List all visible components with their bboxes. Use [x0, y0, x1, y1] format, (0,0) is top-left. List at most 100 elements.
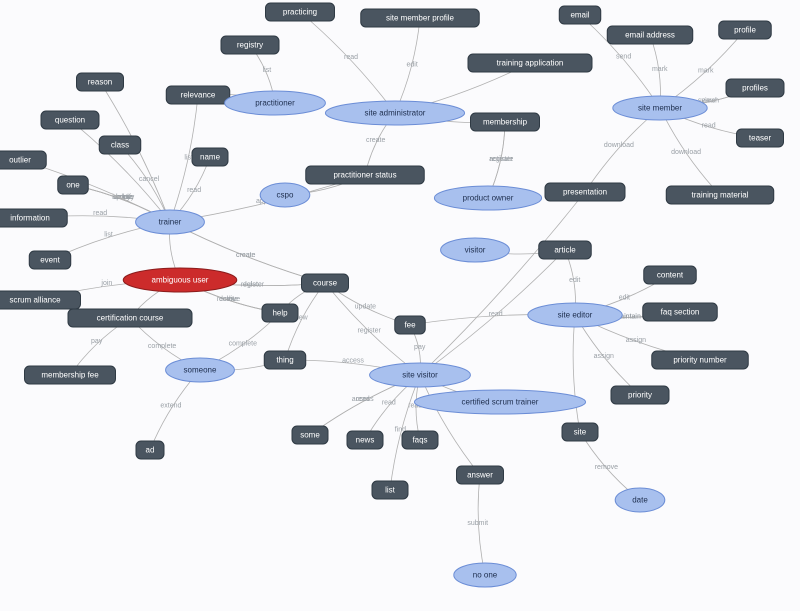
node-faq_section[interactable]: faq section	[643, 303, 718, 321]
node-news[interactable]: news	[347, 431, 383, 449]
node-reason[interactable]: reason	[77, 73, 124, 91]
node-some[interactable]: some	[292, 426, 328, 444]
edge-label: edit	[406, 62, 417, 69]
entity-label: some	[300, 431, 320, 440]
edge-label: read	[187, 187, 201, 194]
edge-label: cancel	[139, 176, 160, 183]
node-scrum_alliance[interactable]: scrum alliance	[0, 291, 81, 309]
actor-label: practitioner	[255, 99, 295, 108]
edge-label: read	[344, 54, 358, 61]
entity-label: outlier	[9, 156, 31, 165]
actor-label: certified scrum trainer	[462, 398, 539, 407]
node-profiles[interactable]: profiles	[726, 79, 784, 97]
edge-site_visitor-presentation	[420, 192, 585, 375]
edge-label: edit	[619, 294, 630, 301]
edge-label: read	[382, 399, 396, 406]
node-event[interactable]: event	[29, 251, 71, 269]
node-priority_number[interactable]: priority number	[652, 351, 749, 369]
entity-label: membership	[483, 118, 528, 127]
node-ambiguous_user[interactable]: ambiguous user	[123, 268, 237, 292]
edge-label: complete	[229, 340, 258, 347]
node-site_administrator[interactable]: site administrator	[325, 101, 464, 125]
node-membership[interactable]: membership	[471, 113, 540, 131]
actor-label: trainer	[159, 218, 182, 227]
edge-label: assign	[626, 337, 646, 344]
entity-label: reason	[88, 78, 112, 87]
node-article[interactable]: article	[539, 241, 592, 259]
node-site_member_profile[interactable]: site member profile	[361, 9, 480, 27]
node-question[interactable]: question	[41, 111, 99, 129]
node-training_application[interactable]: training application	[468, 54, 592, 72]
node-faqs[interactable]: faqs	[402, 431, 438, 449]
edge-label: assign	[594, 353, 614, 360]
entity-label: thing	[276, 356, 293, 365]
entity-label: faq section	[661, 308, 700, 317]
node-product_owner[interactable]: product owner	[434, 186, 541, 210]
entity-label: site	[574, 428, 587, 437]
node-class[interactable]: class	[99, 136, 141, 154]
actor-label: site visitor	[402, 371, 438, 380]
edge-label: access	[352, 396, 374, 403]
edge-label: extend	[160, 402, 181, 409]
node-trainer[interactable]: trainer	[136, 210, 205, 234]
node-content[interactable]: content	[644, 266, 697, 284]
entity-label: news	[356, 436, 375, 445]
node-site_editor[interactable]: site editor	[528, 303, 622, 327]
entity-label: article	[554, 246, 576, 255]
node-answer[interactable]: answer	[457, 466, 504, 484]
entity-label: presentation	[563, 188, 607, 197]
nodes-layer: practicing site member profile email email …	[0, 3, 784, 587]
entity-label: profile	[734, 26, 756, 35]
edge-label: list	[263, 67, 272, 74]
node-name[interactable]: name	[192, 148, 228, 166]
node-thing[interactable]: thing	[264, 351, 306, 369]
node-email_address[interactable]: email address	[607, 26, 693, 44]
edge-label: mark	[698, 68, 714, 75]
edge-label: edit	[569, 277, 580, 284]
edge-label: pay	[414, 344, 426, 351]
entity-label: ad	[146, 446, 155, 455]
actor-label: date	[632, 496, 648, 505]
node-practicing[interactable]: practicing	[266, 3, 335, 21]
edge-label: create	[366, 137, 386, 144]
edge-label: list	[104, 231, 113, 238]
node-list[interactable]: list	[372, 481, 408, 499]
node-site_member[interactable]: site member	[613, 96, 707, 120]
node-relevance[interactable]: relevance	[166, 86, 230, 104]
edge-label: pay	[91, 338, 103, 345]
node-email[interactable]: email	[559, 6, 601, 24]
entity-label: help	[272, 309, 288, 318]
node-presentation[interactable]: presentation	[545, 183, 625, 201]
entity-label: practitioner status	[333, 171, 396, 180]
node-priority[interactable]: priority	[611, 386, 669, 404]
node-visitor[interactable]: visitor	[441, 238, 510, 262]
node-practitioner_status[interactable]: practitioner status	[306, 166, 425, 184]
node-course[interactable]: course	[302, 274, 349, 292]
node-practitioner[interactable]: practitioner	[225, 91, 326, 115]
node-site_visitor[interactable]: site visitor	[370, 363, 471, 387]
node-date[interactable]: date	[615, 488, 665, 512]
node-certified_scrum_trainer[interactable]: certified scrum trainer	[414, 390, 585, 414]
entity-label: priority	[628, 391, 652, 400]
edge-label: remove	[217, 296, 240, 303]
node-no_one[interactable]: no one	[454, 563, 516, 587]
node-one[interactable]: one	[58, 176, 89, 194]
actor-label: product owner	[463, 194, 514, 203]
node-membership_fee[interactable]: membership fee	[25, 366, 116, 384]
entity-label: teaser	[749, 134, 772, 143]
node-teaser[interactable]: teaser	[737, 129, 784, 147]
entity-label: name	[200, 153, 221, 162]
node-help[interactable]: help	[262, 304, 298, 322]
node-outlier[interactable]: outlier	[0, 151, 46, 169]
node-fee[interactable]: fee	[395, 316, 426, 334]
node-someone[interactable]: someone	[166, 358, 235, 382]
node-registry[interactable]: registry	[221, 36, 279, 54]
node-profile[interactable]: profile	[719, 21, 772, 39]
node-information[interactable]: information	[0, 209, 67, 227]
node-cspo[interactable]: cspo	[260, 183, 310, 207]
node-training_material[interactable]: training material	[666, 186, 774, 204]
node-ad[interactable]: ad	[136, 441, 164, 459]
node-site[interactable]: site	[562, 423, 598, 441]
entity-label: one	[66, 181, 80, 190]
node-certification_course[interactable]: certification course	[68, 309, 192, 327]
